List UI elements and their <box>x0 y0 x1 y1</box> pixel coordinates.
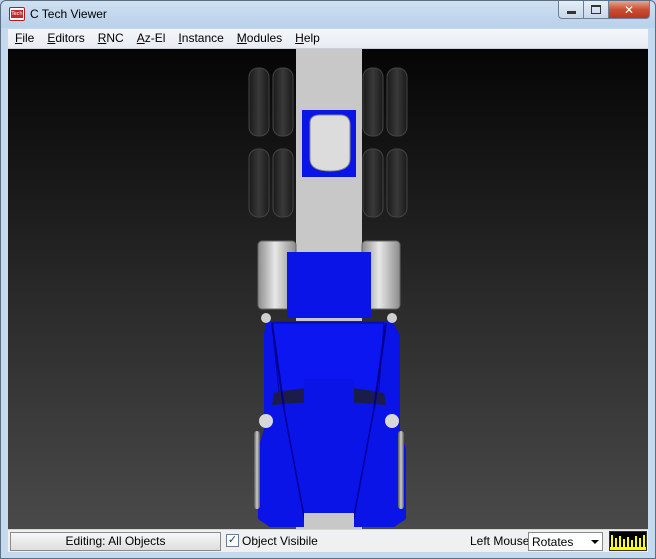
object-visible-checkbox[interactable]: ✓ <box>226 534 239 547</box>
cab-rear <box>287 252 371 318</box>
checkmark-icon: ✓ <box>227 534 238 546</box>
status-bar: Editing: All Objects ✓ Object Visibile L… <box>8 530 648 552</box>
menu-instance-label: nstance <box>181 31 224 45</box>
truck-hood <box>258 321 406 529</box>
menu-file[interactable]: File <box>8 29 40 48</box>
maximize-icon <box>591 5 601 14</box>
fifth-wheel <box>302 110 356 177</box>
chevron-down-icon <box>591 540 599 544</box>
level-meter-icon[interactable] <box>609 531 647 551</box>
menu-rnc-label: NC <box>106 31 124 45</box>
close-icon: ✕ <box>623 2 635 17</box>
editing-objects-button[interactable]: Editing: All Objects <box>10 532 221 551</box>
left-mouse-mode-select[interactable]: Rotates <box>528 532 603 551</box>
minimize-button[interactable] <box>558 1 583 19</box>
menu-bar: File Editors RNC Az-El Instance Modules … <box>8 29 648 49</box>
menu-editors-label: ditors <box>55 31 85 45</box>
truck-model-render[interactable] <box>8 49 648 529</box>
menu-file-label: ile <box>22 31 35 45</box>
meter-bars <box>610 535 646 550</box>
menu-editors[interactable]: Editors <box>40 29 90 48</box>
menu-help[interactable]: Help <box>288 29 326 48</box>
menu-rnc[interactable]: RNC <box>91 29 130 48</box>
caption-buttons: ✕ <box>558 1 650 20</box>
title-bar[interactable]: Tech C Tech Viewer ✕ <box>1 1 655 28</box>
menu-modules-label: odules <box>246 31 283 45</box>
menu-az-el-mnemonic: A <box>136 31 145 45</box>
c-tech-logo-icon[interactable]: Tech <box>9 7 25 21</box>
left-mouse-mode-value: Rotates <box>532 535 574 549</box>
left-mouse-label: Left Mouse <box>470 534 530 548</box>
3d-viewport[interactable] <box>8 49 648 529</box>
menu-help-label: elp <box>303 31 320 45</box>
close-button[interactable]: ✕ <box>608 1 650 19</box>
menu-az-el-label: z-El <box>144 31 166 45</box>
menu-instance[interactable]: Instance <box>171 29 229 48</box>
app-window: Tech C Tech Viewer ✕ File Editors RNC Az… <box>0 0 656 559</box>
maximize-button[interactable] <box>583 1 608 19</box>
menu-az-el[interactable]: Az-El <box>130 29 172 48</box>
menu-modules-mnemonic: M <box>236 31 247 45</box>
minimize-icon <box>566 11 576 14</box>
menu-modules[interactable]: Modules <box>230 29 288 48</box>
menu-help-mnemonic: H <box>295 31 304 45</box>
logo-text: Tech <box>11 11 23 17</box>
object-visible-label: Object Visibile <box>242 534 318 548</box>
window-title: C Tech Viewer <box>30 7 107 21</box>
